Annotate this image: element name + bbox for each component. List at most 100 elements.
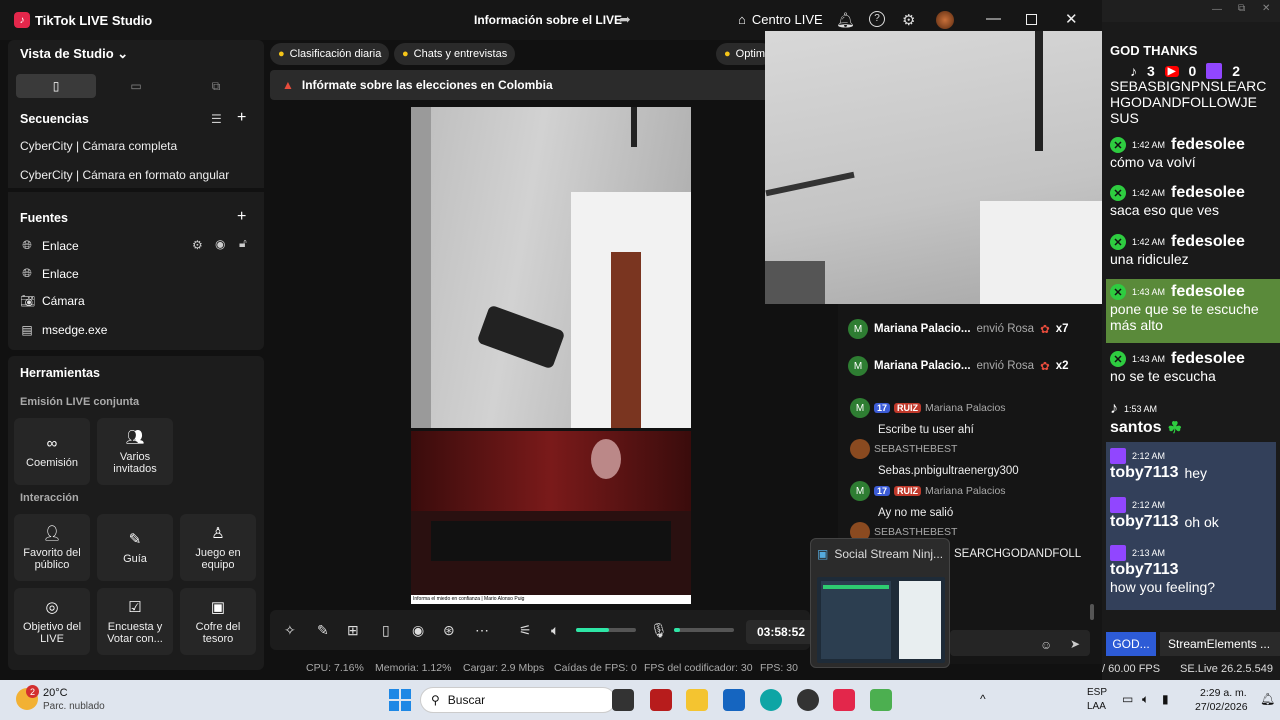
folder-icon[interactable]	[686, 689, 708, 711]
source-item[interactable]: 📷︎ Cámara	[20, 294, 85, 308]
sequence-item[interactable]: CyberCity | Cámara en formato angular	[20, 168, 229, 182]
kick-icon: ✕	[1110, 137, 1126, 153]
chat-input[interactable]	[950, 630, 1090, 656]
source-item[interactable]: ▤ msedge.exe	[20, 323, 107, 337]
tray-chevron-icon[interactable]: ^	[980, 692, 986, 706]
stream-header: GOD THANKS	[1110, 43, 1198, 58]
close-icon[interactable]: ✕	[1262, 3, 1270, 14]
add-sequence-icon[interactable]: +	[237, 109, 246, 127]
windows-start-icon[interactable]	[389, 689, 411, 711]
fan-favorite-button[interactable]: 👤︎ Favorito del público	[14, 514, 90, 581]
chats-pill[interactable]: ● Chats y entrevistas	[394, 43, 516, 65]
tab-streamelements[interactable]: StreamElements ...	[1160, 632, 1280, 656]
joint-title: Emisión LIVE conjunta	[20, 396, 140, 408]
kick-icon: ✕	[1110, 185, 1126, 201]
scrollbar[interactable]	[1090, 604, 1094, 620]
popup-title: ▣ Social Stream Ninj...	[817, 547, 944, 561]
target-icon: ◎	[45, 599, 59, 616]
weather-badge: 2	[26, 685, 39, 698]
clock-time[interactable]: 2:29 a. m.	[1200, 687, 1247, 699]
store-icon[interactable]	[723, 689, 745, 711]
obs-icon[interactable]	[797, 689, 819, 711]
eye-icon[interactable]: ◉	[215, 237, 225, 251]
share-icon[interactable]: ➦	[619, 11, 631, 28]
kick-icon: ✕	[1110, 234, 1126, 250]
guide-button[interactable]: ✎ Guía	[97, 514, 173, 581]
camera-toggle-icon[interactable]: ⊛	[443, 622, 455, 639]
app-icon[interactable]	[650, 689, 672, 711]
social-stream-icon[interactable]	[870, 689, 892, 711]
centro-live-label: Centro LIVE	[751, 12, 823, 27]
chat-message: SEBASTHEBEST Sebas.pnbigultraenergy300	[850, 439, 1019, 477]
record-icon[interactable]: ◉	[412, 622, 424, 639]
sequence-item[interactable]: CyberCity | Cámara completa	[20, 139, 177, 153]
tab-god[interactable]: GOD...	[1106, 632, 1156, 656]
tiktok-studio-icon[interactable]	[833, 689, 855, 711]
table-image	[431, 521, 671, 561]
fps-drops-stat: Caídas de FPS: 0	[554, 662, 637, 674]
lock-icon[interactable]: 🔓︎	[239, 236, 247, 251]
centro-live-button[interactable]: ⌂ Centro LIVE	[738, 12, 823, 27]
network-icon[interactable]: ▭	[1122, 692, 1133, 706]
rose-icon: ✿	[1040, 361, 1050, 373]
team-game-button[interactable]: ♙ Juego en equipo	[180, 514, 256, 581]
help-icon[interactable]: ?	[869, 11, 885, 27]
lang-top[interactable]: ESP	[1087, 687, 1107, 698]
edit-icon[interactable]: ✎	[317, 622, 329, 639]
bar-image	[631, 107, 637, 147]
thumbnail-panel	[899, 581, 941, 659]
live-info-link[interactable]: Información sobre el LIVE	[474, 13, 622, 27]
volume-slider[interactable]	[576, 628, 636, 632]
avatar[interactable]	[936, 11, 954, 29]
list-icon[interactable]: ☰	[211, 112, 222, 126]
minimize-icon[interactable]: —	[1212, 4, 1222, 15]
multi-guest-button[interactable]: 👥︎ Varios invitados	[97, 418, 173, 485]
lang-bottom[interactable]: LAA	[1087, 701, 1106, 712]
maximize-button[interactable]	[1026, 14, 1037, 25]
minimize-button[interactable]: —	[986, 10, 1001, 27]
more-icon[interactable]: ⋯	[475, 622, 489, 639]
close-button[interactable]: ✕	[1065, 10, 1078, 28]
speaker-icon[interactable]: 🔈︎	[1142, 692, 1149, 707]
notification-icon[interactable]: 🔔︎	[1260, 692, 1275, 706]
clock-date[interactable]: 27/02/2026	[1195, 701, 1248, 713]
twitch-icon	[1110, 448, 1126, 464]
emoji-icon[interactable]: ☺	[1040, 638, 1052, 652]
taskbar-search[interactable]: ⚲ Buscar	[420, 687, 616, 713]
mic-icon[interactable]: 🎙︎	[650, 622, 668, 639]
taskbar-preview-popup[interactable]: ▣ Social Stream Ninj...	[810, 538, 950, 668]
effects-icon[interactable]: ✧	[284, 622, 296, 639]
dual-mode-icon[interactable]: ⧉	[176, 74, 256, 98]
add-media-icon[interactable]: ⊞	[347, 622, 359, 639]
bell-icon[interactable]: 🔔︎	[836, 11, 855, 29]
daily-ranking-pill[interactable]: ● Clasificación diaria	[270, 43, 390, 65]
horizontal-mode-icon[interactable]: ▭	[96, 74, 176, 98]
vertical-mode-icon[interactable]: ▯	[16, 74, 96, 98]
mic-slider[interactable]	[674, 628, 734, 632]
avatar: M	[848, 356, 868, 376]
edge-icon[interactable]	[760, 689, 782, 711]
gear-icon[interactable]: ⚙	[902, 11, 915, 29]
add-source-icon[interactable]: +	[237, 208, 246, 226]
settings-sliders-icon[interactable]: ⚟	[519, 622, 532, 639]
studio-view-dropdown[interactable]: Vista de Studio ⌄	[20, 46, 128, 62]
source-settings-icon[interactable]: ⚙	[192, 238, 203, 252]
avatar: M	[850, 398, 870, 418]
stream-message-text: SEBASBIGNPNSLEARC HGODANDFOLLOWJE SUS	[1110, 78, 1267, 126]
election-alert[interactable]: ▲ Infórmate sobre las elecciones en Colom…	[270, 70, 770, 100]
social-stream-icon: ▣	[817, 547, 829, 561]
task-view-icon[interactable]	[612, 689, 634, 711]
poll-button[interactable]: ☑ Encuesta y Votar con...	[97, 588, 173, 655]
source-item[interactable]: 🌐︎ Enlace	[20, 266, 79, 281]
source-item[interactable]: 🌐︎ Enlace	[20, 238, 79, 253]
avatar: M	[850, 481, 870, 501]
battery-icon[interactable]: ▮	[1162, 692, 1169, 706]
phone-icon[interactable]: ▯	[382, 622, 390, 639]
restore-icon[interactable]: ⧉	[1238, 3, 1245, 14]
app-title: TikTok LIVE Studio	[35, 13, 153, 28]
coemision-button[interactable]: ∞ Coemisión	[14, 418, 90, 485]
treasure-chest-button[interactable]: ▣ Cofre del tesoro	[180, 588, 256, 655]
live-goal-button[interactable]: ◎ Objetivo del LIVE	[14, 588, 90, 655]
send-icon[interactable]: ➤	[1070, 637, 1080, 651]
volume-icon[interactable]: 🔈︎	[551, 622, 559, 639]
